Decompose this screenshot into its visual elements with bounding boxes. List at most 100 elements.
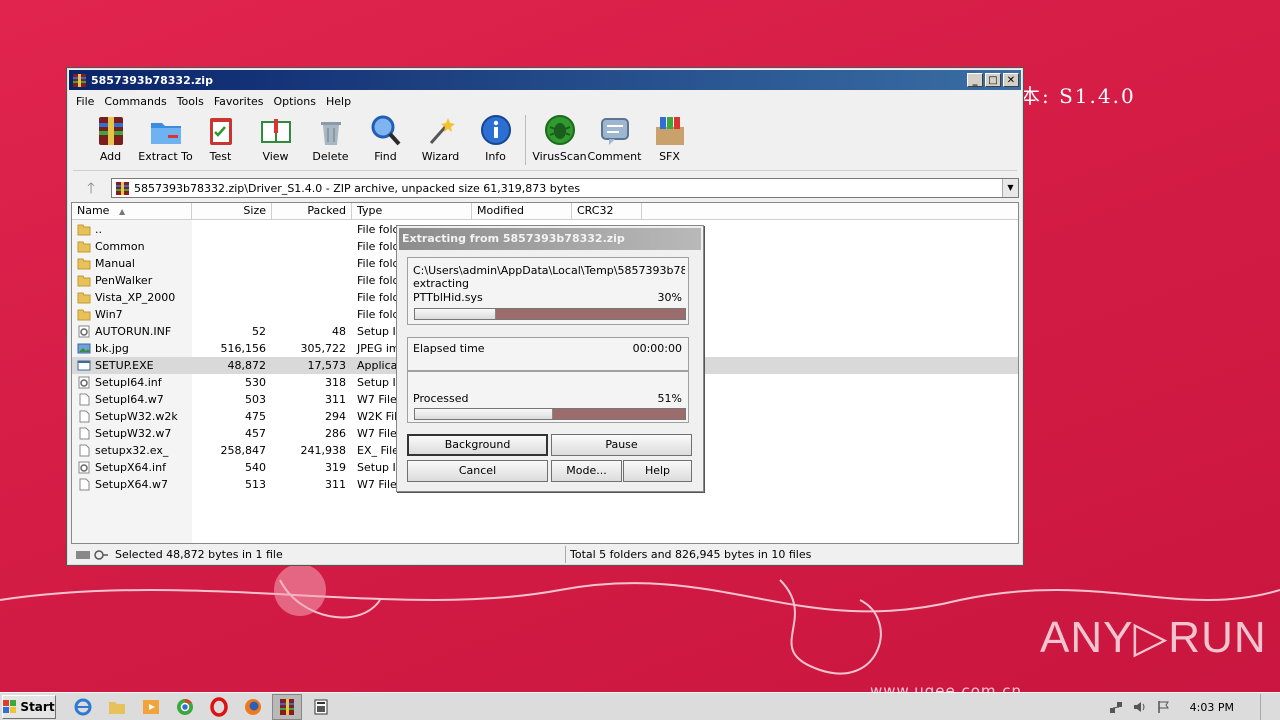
flag-icon[interactable]	[1156, 699, 1172, 715]
info-button[interactable]: Info	[468, 113, 523, 163]
sfx-label: SFX	[659, 150, 680, 163]
file-name-cell: Win7	[72, 308, 192, 321]
add-archive-icon	[98, 117, 123, 145]
file-name-cell: AUTORUN.INF	[72, 325, 192, 338]
clock[interactable]: 4:03 PM	[1190, 701, 1234, 714]
pause-button[interactable]: Pause	[551, 434, 692, 456]
file-name-cell: setupx32.ex_	[72, 444, 192, 457]
column-size[interactable]: Size	[192, 203, 272, 219]
file-packed: 241,938	[300, 444, 347, 457]
file-size: 516,156	[220, 342, 267, 355]
file-packed: 305,722	[300, 342, 347, 355]
image-file-icon	[77, 343, 91, 354]
file-name: Vista_XP_2000	[95, 291, 176, 304]
menu-help[interactable]: Help	[321, 95, 356, 108]
taskbar-media-player[interactable]	[136, 694, 166, 720]
extract-to-button[interactable]: Extract To	[138, 113, 193, 163]
menu-options[interactable]: Options	[269, 95, 321, 108]
taskbar: Start 4:03 PM	[0, 692, 1280, 720]
main-toolbar: Add Extract To Test View Delete Find Wiz…	[73, 113, 1017, 171]
mode-button[interactable]: Mode...	[551, 460, 622, 482]
menu-tools[interactable]: Tools	[172, 95, 209, 108]
file-name: Common	[95, 240, 145, 253]
application-icon	[77, 360, 91, 371]
taskbar-chrome[interactable]	[170, 694, 200, 720]
file-name-cell: SetupW32.w7	[72, 427, 192, 440]
file-percent: 30%	[657, 291, 682, 304]
file-name-cell: SetupX64.w7	[72, 478, 192, 491]
dialog-title[interactable]: Extracting from 5857393b78332.zip	[399, 228, 701, 250]
minimize-button[interactable]: _	[967, 73, 983, 87]
delete-label: Delete	[312, 150, 349, 163]
file-size: 530	[245, 376, 266, 389]
up-folder-button[interactable]: 🡑	[71, 177, 111, 199]
column-name[interactable]: Name ▲	[72, 203, 192, 219]
file-packed: 17,573	[307, 359, 347, 372]
file-size: 540	[245, 461, 266, 474]
file-name: SetupI64.w7	[95, 393, 164, 406]
find-button[interactable]: Find	[358, 113, 413, 163]
maximize-button[interactable]: □	[985, 73, 1001, 87]
test-button[interactable]: Test	[193, 113, 248, 163]
show-desktop-button[interactable]	[1260, 694, 1274, 720]
file-name-cell: Vista_XP_2000	[72, 291, 192, 304]
file-name-cell: SetupW32.w2k	[72, 410, 192, 423]
delete-button[interactable]: Delete	[303, 113, 358, 163]
volume-icon[interactable]	[1132, 699, 1148, 715]
help-button[interactable]: Help	[623, 460, 692, 482]
cancel-button[interactable]: Cancel	[407, 460, 548, 482]
folder-icon	[77, 309, 91, 321]
window-titlebar[interactable]: 5857393b78332.zip _ □ ✕	[69, 70, 1021, 90]
current-file-name: PTTblHid.sys	[413, 291, 483, 304]
file-packed: 48	[332, 325, 346, 338]
file-progress-fill	[415, 309, 496, 319]
address-field[interactable]: 5857393b78332.zip\Driver_S1.4.0 - ZIP ar…	[111, 178, 1019, 198]
virusscan-button[interactable]: VirusScan	[532, 113, 587, 163]
folder-icon	[77, 275, 91, 287]
address-bar: 🡑 5857393b78332.zip\Driver_S1.4.0 - ZIP …	[71, 177, 1019, 199]
view-button[interactable]: View	[248, 113, 303, 163]
file-name-cell: PenWalker	[72, 274, 192, 287]
column-type[interactable]: Type	[352, 203, 472, 219]
file-progress-bar	[414, 308, 686, 320]
toolbar-separator	[525, 115, 526, 165]
info-icon	[480, 115, 511, 145]
file-name-cell: SetupX64.inf	[72, 461, 192, 474]
network-icon[interactable]	[1108, 699, 1124, 715]
menu-file[interactable]: File	[71, 95, 99, 108]
address-dropdown-button[interactable]: ▼	[1002, 179, 1018, 197]
taskbar-winrar[interactable]	[272, 693, 302, 720]
settings-file-icon	[78, 325, 90, 338]
column-packed[interactable]: Packed	[272, 203, 352, 219]
file-name: setupx32.ex_	[95, 444, 169, 457]
taskbar-extract-task[interactable]	[306, 694, 336, 720]
comment-button[interactable]: Comment	[587, 113, 642, 163]
folder-icon	[77, 224, 91, 236]
add-button[interactable]: Add	[83, 113, 138, 163]
winrar-icon	[280, 698, 294, 715]
file-name: SETUP.EXE	[95, 359, 154, 372]
menu-favorites[interactable]: Favorites	[209, 95, 269, 108]
column-crc32[interactable]: CRC32	[572, 203, 642, 219]
taskbar-explorer[interactable]	[102, 694, 132, 720]
column-modified[interactable]: Modified	[472, 203, 572, 219]
file-name: SetupX64.w7	[95, 478, 169, 491]
close-button[interactable]: ✕	[1003, 73, 1019, 87]
start-label: Start	[20, 699, 55, 714]
start-button[interactable]: Start	[2, 694, 56, 719]
current-file-group: C:\Users\admin\AppData\Local\Temp\585739…	[407, 257, 689, 325]
menu-commands[interactable]: Commands	[99, 95, 171, 108]
wand-icon	[429, 118, 455, 144]
list-header: Name ▲ Size Packed Type Modified CRC32	[72, 203, 1018, 220]
menu-bar: File Commands Tools Favorites Options He…	[67, 92, 1023, 110]
taskbar-ie[interactable]	[68, 694, 98, 720]
file-icon	[79, 444, 90, 457]
processed-percent: 51%	[657, 392, 682, 405]
settings-file-icon	[78, 376, 90, 389]
wizard-button[interactable]: Wizard	[413, 113, 468, 163]
taskbar-firefox[interactable]	[238, 694, 268, 720]
sfx-button[interactable]: SFX	[642, 113, 697, 163]
background-button[interactable]: Background	[407, 434, 548, 456]
folder-icon	[109, 701, 125, 714]
taskbar-opera[interactable]	[204, 694, 234, 720]
